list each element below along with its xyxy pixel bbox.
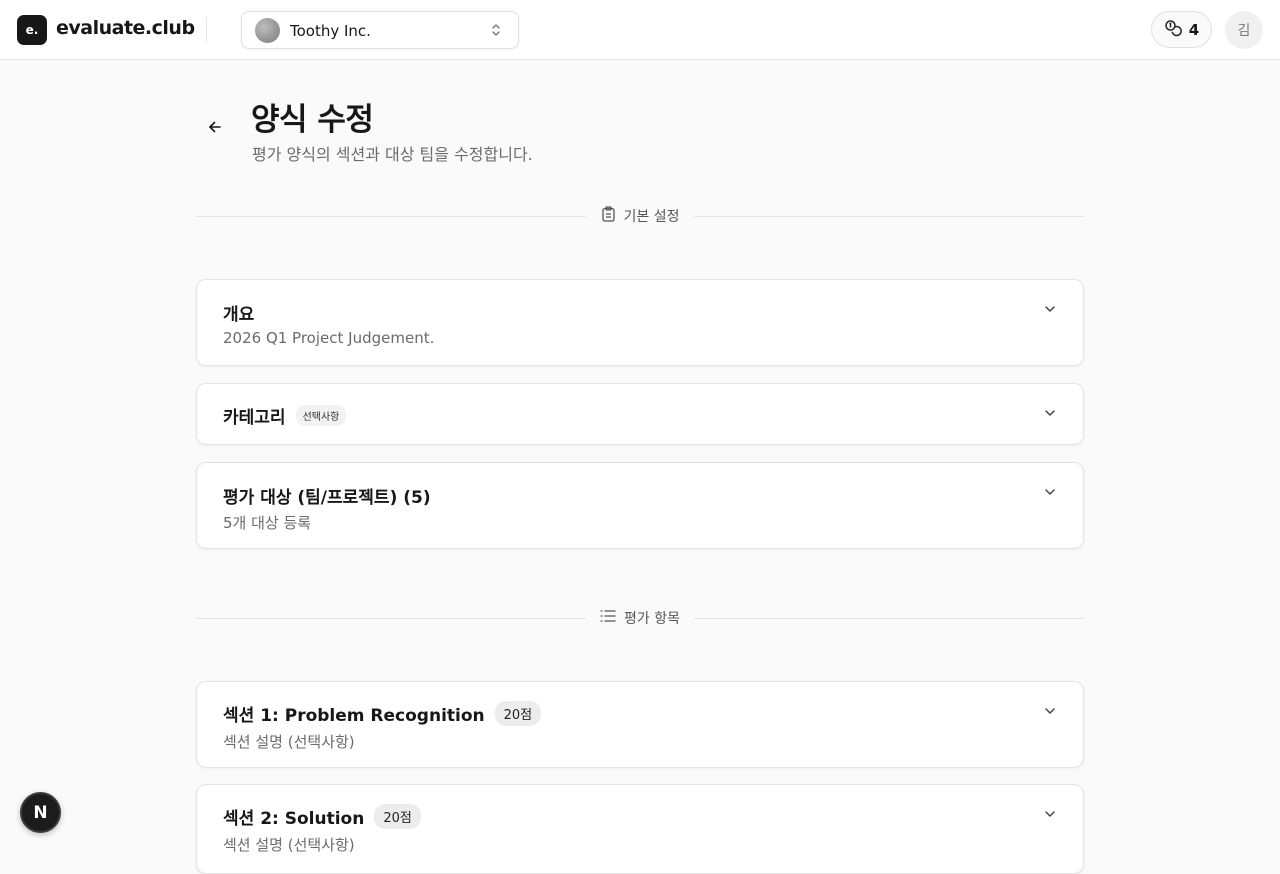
section-title: 섹션 1: Problem Recognition	[223, 706, 485, 726]
section-title: 섹션 2: Solution	[223, 809, 365, 829]
user-avatar[interactable]: 김	[1225, 11, 1263, 49]
optional-badge: 선택사항	[295, 405, 347, 426]
credits-count: 4	[1188, 20, 1200, 39]
category-card[interactable]: 카테고리 선택사항	[196, 383, 1084, 445]
clipboard-icon	[601, 206, 616, 226]
chevron-down-icon[interactable]	[1043, 484, 1057, 503]
evaluation-items-label: 평가 항목	[624, 611, 680, 627]
points-badge: 20점	[374, 804, 421, 829]
arrow-left-icon	[207, 119, 223, 139]
chevron-down-icon[interactable]	[1043, 405, 1057, 424]
points-badge: 20점	[494, 701, 542, 726]
dev-tools-badge[interactable]: N	[20, 792, 61, 833]
chevron-down-icon[interactable]	[1043, 703, 1057, 722]
organization-avatar	[255, 18, 280, 43]
back-button[interactable]	[200, 114, 230, 144]
page-title: 양식 수정	[251, 102, 374, 138]
chevron-up-down-icon	[490, 22, 502, 42]
chevron-down-icon[interactable]	[1043, 806, 1057, 825]
section-description: 섹션 설명 (선택사항)	[223, 836, 355, 854]
basic-settings-label: 기본 설정	[623, 209, 680, 225]
section-description: 섹션 설명 (선택사항)	[223, 733, 355, 751]
overview-card[interactable]: 개요 2026 Q1 Project Judgement.	[196, 279, 1084, 366]
basic-settings-heading: 기본 설정	[196, 206, 1084, 226]
logo-text[interactable]: evaluate.club	[56, 17, 195, 39]
evaluation-items-divider: 평가 항목	[196, 608, 1084, 628]
section-card[interactable]: 섹션 2: Solution 20점 섹션 설명 (선택사항)	[196, 784, 1084, 874]
overview-description: 2026 Q1 Project Judgement.	[223, 329, 435, 347]
organization-name: Toothy Inc.	[290, 22, 371, 40]
coins-icon	[1164, 19, 1182, 41]
category-title: 카테고리	[223, 408, 286, 428]
targets-title: 평가 대상 (팀/프로젝트) (5)	[223, 488, 431, 508]
top-bar: e. evaluate.club Toothy Inc. 4 김	[0, 0, 1280, 60]
basic-settings-divider: 기본 설정	[196, 206, 1084, 226]
chevron-down-icon[interactable]	[1043, 301, 1057, 320]
divider	[206, 17, 207, 43]
page-subtitle: 평가 양식의 섹션과 대상 팀을 수정합니다.	[252, 145, 533, 164]
list-icon	[600, 609, 616, 627]
organization-selector[interactable]: Toothy Inc.	[241, 11, 519, 49]
evaluation-items-heading: 평가 항목	[196, 608, 1084, 628]
section-card[interactable]: 섹션 1: Problem Recognition 20점 섹션 설명 (선택사…	[196, 681, 1084, 768]
logo-mark[interactable]: e.	[17, 15, 47, 45]
overview-title: 개요	[223, 305, 255, 325]
targets-card[interactable]: 평가 대상 (팀/프로젝트) (5) 5개 대상 등록	[196, 462, 1084, 549]
credits-button[interactable]: 4	[1151, 11, 1212, 48]
targets-description: 5개 대상 등록	[223, 514, 312, 532]
